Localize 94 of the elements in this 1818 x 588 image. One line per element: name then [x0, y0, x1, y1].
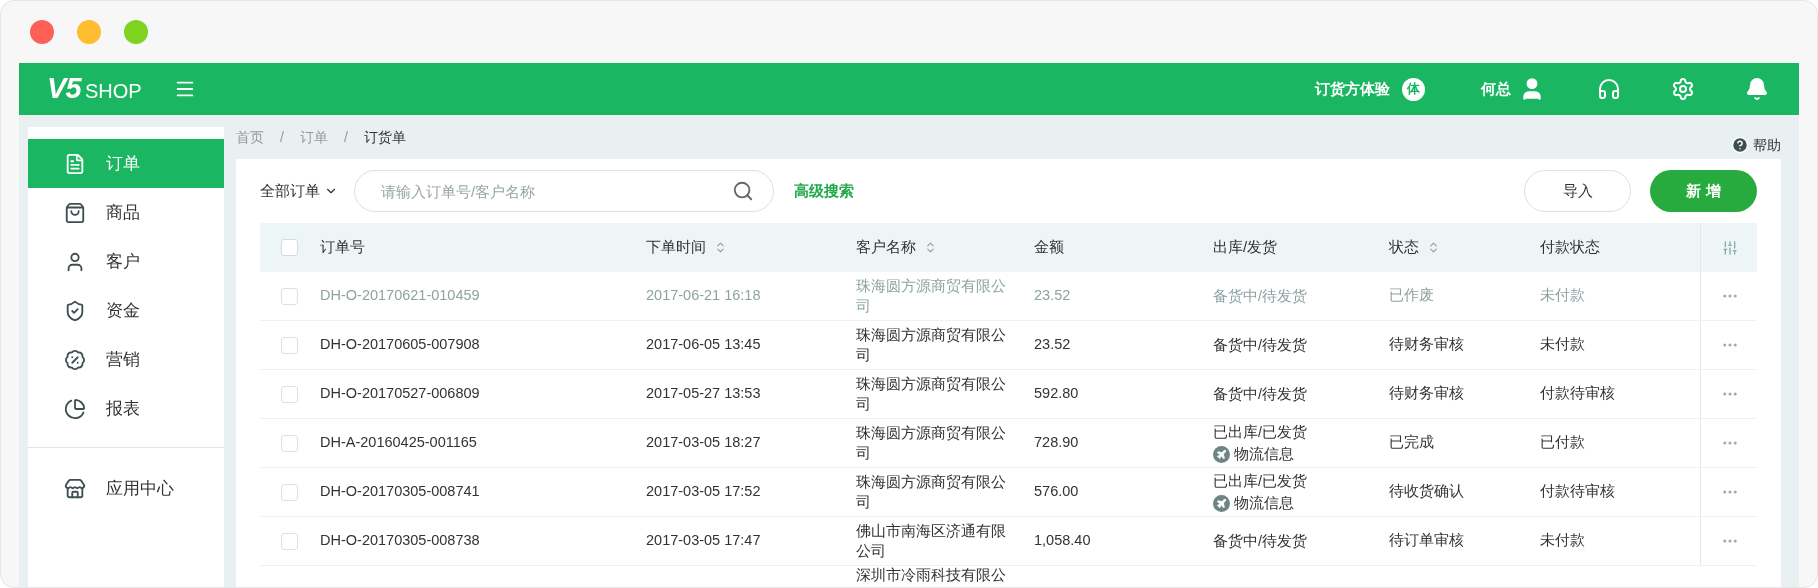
table-cell-text: 未付款: [1540, 335, 1585, 355]
table-cell-text: 珠海圆方源商贸有限公司: [856, 473, 1007, 512]
table-cell-text: 未付款: [1540, 531, 1585, 551]
table-cell-text: 已完成: [1389, 433, 1434, 453]
table-cell-text: 备货中/待发货: [1213, 385, 1308, 404]
sidebar-item[interactable]: 营销: [28, 335, 224, 384]
search-field[interactable]: 请输入订单号/客户名称: [354, 170, 774, 212]
table-cell-text: 待财务审核: [1389, 335, 1464, 355]
table-cell-text: 珠海圆方源商贸有限公司: [856, 326, 1007, 365]
row-checkbox[interactable]: [281, 532, 298, 550]
column-header[interactable]: 状态: [1389, 236, 1440, 259]
pie-chart-icon: [64, 397, 86, 420]
table-cell-text: 待财务审核: [1389, 384, 1464, 404]
sort-icon[interactable]: [1427, 241, 1440, 254]
breadcrumb-separator: /: [280, 127, 284, 147]
table-cell-text: 已作废: [1389, 286, 1434, 306]
table-cell-text: 728.90: [1034, 433, 1079, 453]
table-cell-text: 23.52: [1034, 286, 1071, 306]
table-cell-text: 付款待审核: [1540, 384, 1615, 404]
table-row[interactable]: DH-O-20170605-007908 2017-06-05 13:45 珠海圆方源商贸有限公司 23.52 备货中/待发货 待财务审核 未付款: [260, 321, 1757, 370]
sidebar-item[interactable]: 客户: [28, 237, 224, 286]
bag-icon: [64, 201, 86, 224]
table-cell-text: 2017-03-05 17:52: [646, 482, 761, 502]
row-checkbox[interactable]: [281, 434, 298, 452]
breadcrumb-separator: /: [343, 127, 348, 147]
document-icon: [64, 152, 86, 175]
column-settings-icon[interactable]: [1721, 239, 1738, 256]
table-row[interactable]: DH-O-20170305-008741 2017-03-05 17:52 珠海圆方源商贸有限公司 576.00 已出库/已发货 物流信息 待收货确认 付款待审核: [260, 468, 1757, 517]
sidebar-item[interactable]: 报表: [28, 384, 224, 433]
row-checkbox[interactable]: [281, 336, 298, 354]
sidebar-item[interactable]: 资金: [28, 286, 224, 335]
table-cell-text: DH-O-20170305-008738: [320, 531, 480, 551]
table-cell-text: 待收货确认: [1389, 482, 1464, 502]
table-cell-text: 576.00: [1034, 482, 1079, 502]
table-cell-text: DH-O-20170527-006809: [320, 384, 480, 404]
trial-badge: 体: [1402, 77, 1425, 101]
column-header[interactable]: 下单时间: [646, 236, 727, 259]
table-cell-text: 珠海圆方源商贸有限公司: [856, 375, 1007, 414]
table-cell-text: 深圳市冷雨科技有限公: [856, 566, 1007, 584]
table-cell-text: DH-O-20170605-007908: [320, 335, 480, 355]
table-row[interactable]: DH-O-20170305-008738 2017-03-05 17:47 佛山市南海区济通有限公司 1,058.40 备货中/待发货 待订单审核 未付款: [260, 517, 1757, 566]
row-checkbox[interactable]: [281, 385, 298, 403]
column-header[interactable]: 客户名称: [856, 236, 937, 259]
table-cell-text: 珠海圆方源商贸有限公司: [856, 424, 1007, 463]
sidebar-item[interactable]: 商品: [28, 188, 224, 237]
help-link[interactable]: 帮助: [1753, 134, 1781, 156]
search-icon[interactable]: [732, 180, 754, 202]
column-header: 付款状态: [1540, 237, 1600, 258]
table-cell-text: 592.80: [1034, 384, 1079, 404]
column-header: 出库/发货: [1213, 237, 1278, 258]
table-row[interactable]: DH-O-20170527-006809 2017-05-27 13:53 珠海圆方源商贸有限公司 592.80 备货中/待发货 待财务审核 付款待审核: [260, 370, 1757, 419]
settings-icon[interactable]: [1671, 77, 1695, 101]
table-cell-text: 已出库/已发货: [1213, 423, 1308, 442]
shield-icon: [64, 299, 86, 322]
percent-badge-icon: [64, 348, 86, 371]
plane-icon: [1213, 445, 1230, 463]
store-icon: [64, 477, 86, 500]
row-checkbox[interactable]: [281, 483, 298, 501]
plane-icon: [1213, 494, 1230, 512]
sidebar-item[interactable]: 应用中心: [28, 464, 224, 513]
sort-icon[interactable]: [924, 241, 937, 254]
table-cell-text: 2017-03-05 18:27: [646, 433, 761, 453]
table-cell-text: 1,058.40: [1034, 531, 1091, 551]
select-all-checkbox[interactable]: [281, 239, 298, 256]
column-header: 订单号: [320, 237, 365, 258]
table-cell-text: 2017-06-05 13:45: [646, 335, 761, 355]
table-cell-text: 2017-03-05 17:47: [646, 531, 761, 551]
table-cell-text: 珠海圆方源商贸有限公司: [856, 277, 1007, 316]
table-cell-text: DH-O-20170305-008741: [320, 482, 480, 502]
table-cell-text: DH-O-20170621-010459: [320, 286, 480, 306]
sort-icon[interactable]: [714, 241, 727, 254]
table-cell-text: 待订单审核: [1389, 531, 1464, 551]
table-cell-text: 备货中/待发货: [1213, 336, 1308, 355]
table-cell-text: 备货中/待发货: [1213, 287, 1308, 306]
table-cell-text: 2017-05-27 13:53: [646, 384, 761, 404]
help-icon[interactable]: [1731, 136, 1749, 154]
table-row[interactable]: DH-A-20160425-001165 2017-03-05 18:27 珠海圆方源商贸有限公司 728.90 已出库/已发货 物流信息 已完成 已付款: [260, 419, 1757, 468]
table-cell-text: 已付款: [1540, 433, 1585, 453]
table-cell-text: 已出库/已发货: [1213, 472, 1308, 491]
table-cell-text: 2017-06-21 16:18: [646, 286, 761, 306]
logo: V5SHOP: [47, 71, 142, 107]
headset-icon[interactable]: [1597, 77, 1621, 101]
table-cell-text: 未付款: [1540, 286, 1585, 306]
table-cell-text: 备货中/待发货: [1213, 532, 1308, 551]
table-cell-text: 佛山市南海区济通有限公司: [856, 522, 1007, 561]
breadcrumb-item: 订货单: [363, 127, 406, 147]
table-cell-text: 付款待审核: [1540, 482, 1615, 502]
table-cell-text: DH-A-20160425-001165: [320, 433, 477, 453]
logistics-link[interactable]: 物流信息: [1213, 492, 1294, 514]
logistics-link[interactable]: 物流信息: [1213, 443, 1294, 465]
column-header: 金额: [1034, 237, 1064, 258]
bell-icon[interactable]: [1745, 77, 1769, 101]
table-cell-text: 23.52: [1034, 335, 1071, 355]
filter-dropdown[interactable]: 全部订单: [260, 179, 338, 203]
